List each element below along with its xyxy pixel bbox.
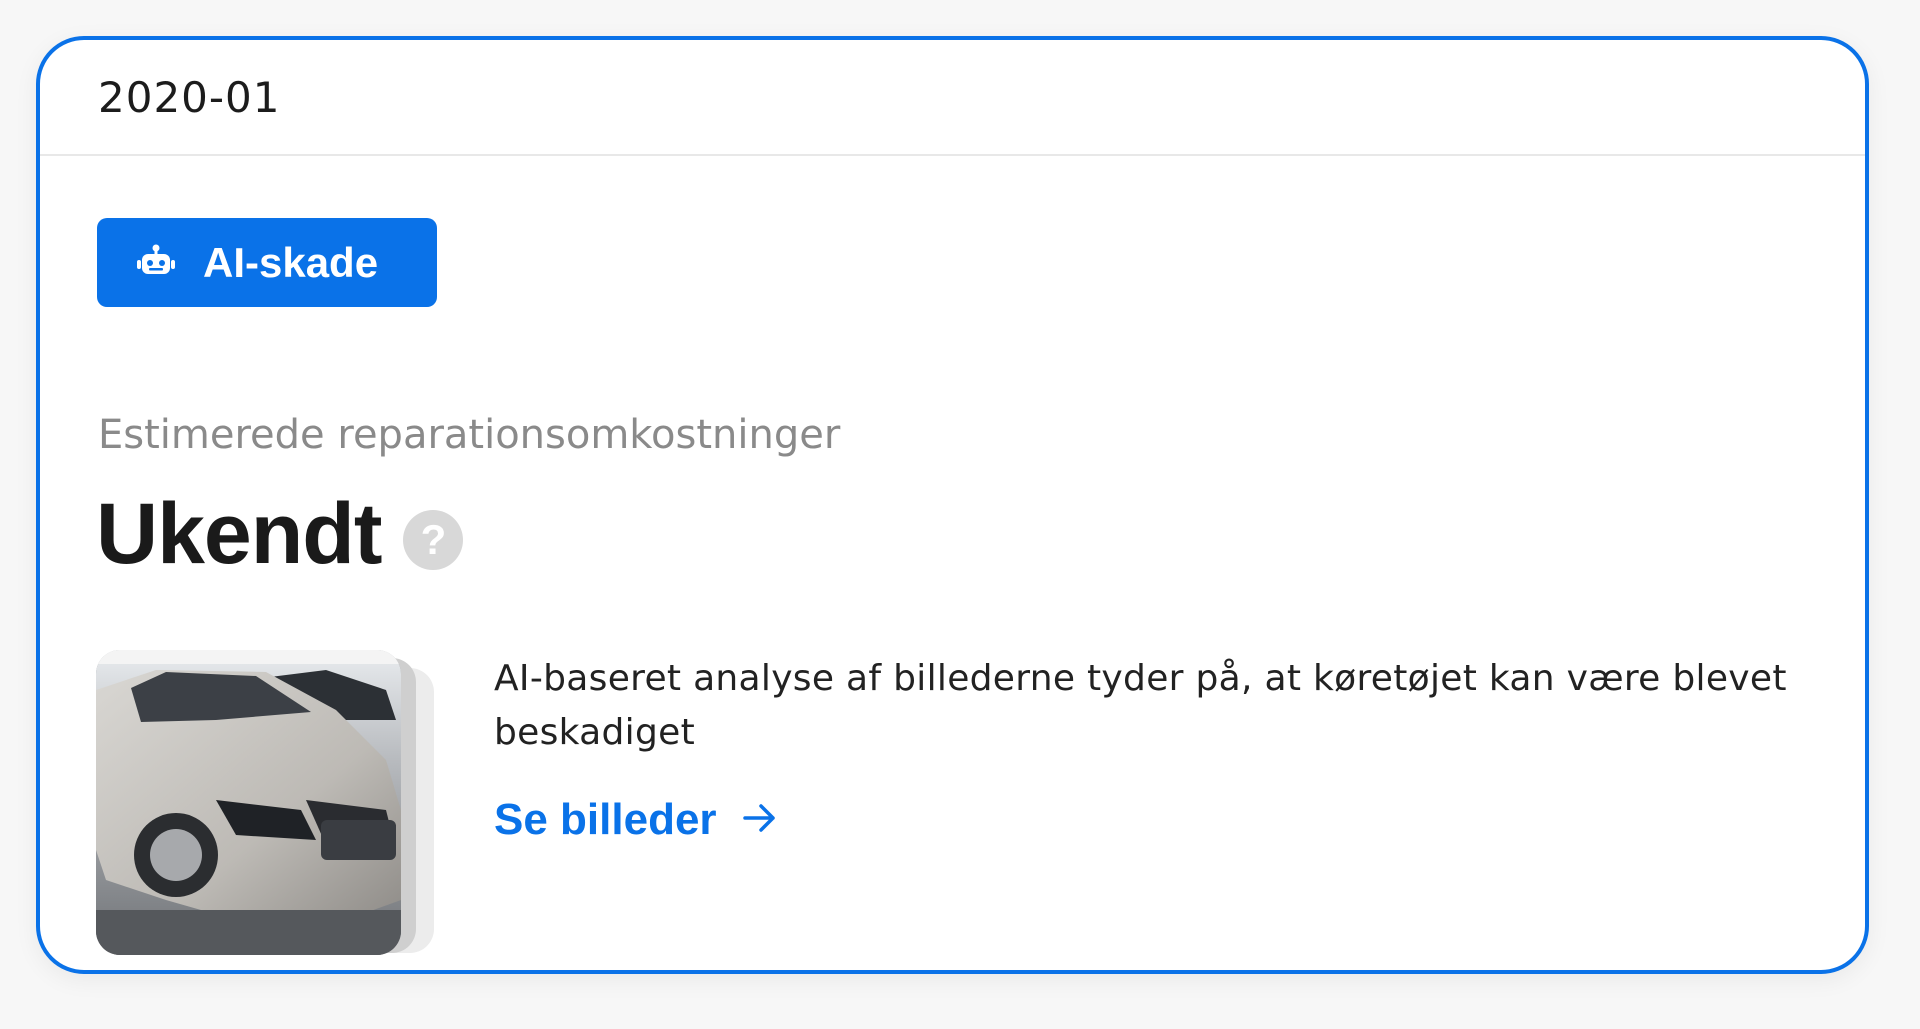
estimated-cost-label: Estimerede reparationsomkostninger bbox=[98, 412, 841, 458]
see-images-label: Se billeder bbox=[494, 795, 717, 844]
badge-label: AI-skade bbox=[203, 238, 379, 286]
card-header: 2020-01 bbox=[40, 40, 1865, 156]
see-images-link[interactable]: Se billeder bbox=[494, 795, 777, 845]
robot-icon bbox=[137, 244, 175, 282]
ai-damage-badge: AI-skade bbox=[97, 218, 437, 307]
car-photo-thumbnail[interactable] bbox=[96, 650, 401, 955]
damage-card: 2020-01 AI-skade Estimerede reparationso… bbox=[36, 36, 1869, 974]
period-label: 2020-01 bbox=[98, 72, 281, 122]
cost-value: Ukendt bbox=[96, 486, 382, 582]
question-circle-icon[interactable]: ? bbox=[403, 509, 464, 570]
photo-stack[interactable] bbox=[96, 650, 456, 960]
arrow-right-icon bbox=[742, 803, 777, 837]
analysis-description: AI-baseret analyse af billederne tyder p… bbox=[494, 658, 1787, 753]
cost-value-row: Ukendt ? bbox=[96, 485, 464, 584]
